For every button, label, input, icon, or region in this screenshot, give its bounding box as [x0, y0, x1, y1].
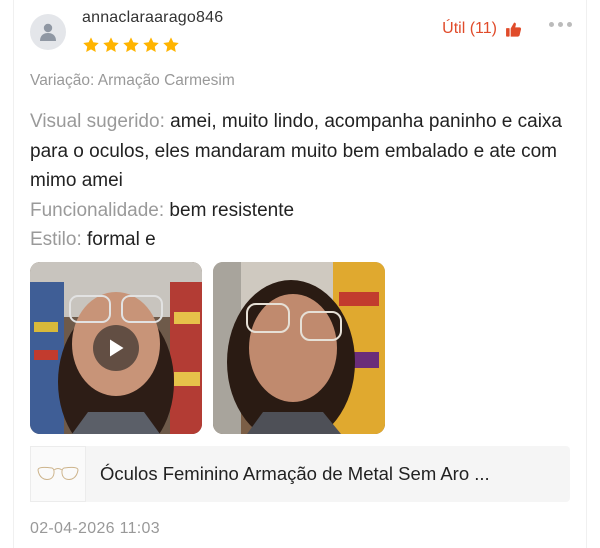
star-icon	[143, 37, 159, 53]
avatar[interactable]	[30, 14, 66, 50]
more-dots-icon[interactable]	[549, 22, 572, 27]
star-icon	[163, 37, 179, 53]
star-icon	[123, 37, 139, 53]
review-date: 02-04-2026 11:03	[30, 520, 160, 537]
glasses-icon	[37, 466, 79, 480]
review-photo-image	[213, 262, 385, 434]
review-text: Visual sugerido: amei, muito lindo, acom…	[30, 107, 575, 255]
field-label-visual: Visual sugerido:	[30, 111, 165, 132]
review-card: annaclaraarago846 Útil (11) Variação: Ar…	[14, 0, 586, 548]
field-label-funcionalidade: Funcionalidade:	[30, 199, 165, 221]
reviewer-username[interactable]: annaclaraarago846	[82, 9, 223, 27]
thumbs-up-icon	[506, 22, 522, 37]
helpful-label: Útil (11)	[442, 20, 497, 37]
star-icon	[83, 37, 99, 53]
review-video-thumbnail[interactable]	[30, 262, 202, 434]
helpful-button[interactable]: Útil (11)	[442, 20, 522, 38]
field-value-funcionalidade: bem resistente	[164, 199, 295, 221]
play-button[interactable]	[93, 325, 139, 371]
product-title: Óculos Feminino Armação de Metal Sem Aro…	[100, 463, 490, 484]
user-icon	[40, 23, 56, 41]
star-icon	[103, 37, 119, 53]
play-icon	[110, 339, 124, 357]
field-value-estilo: formal e	[81, 229, 156, 250]
product-thumbnail	[30, 446, 86, 502]
product-link[interactable]: Óculos Feminino Armação de Metal Sem Aro…	[30, 446, 570, 502]
field-label-estilo: Estilo:	[30, 229, 82, 250]
review-photo-thumbnail[interactable]	[213, 262, 385, 434]
star-rating	[82, 36, 180, 54]
variation-label: Variação: Armação Carmesim	[30, 72, 235, 89]
